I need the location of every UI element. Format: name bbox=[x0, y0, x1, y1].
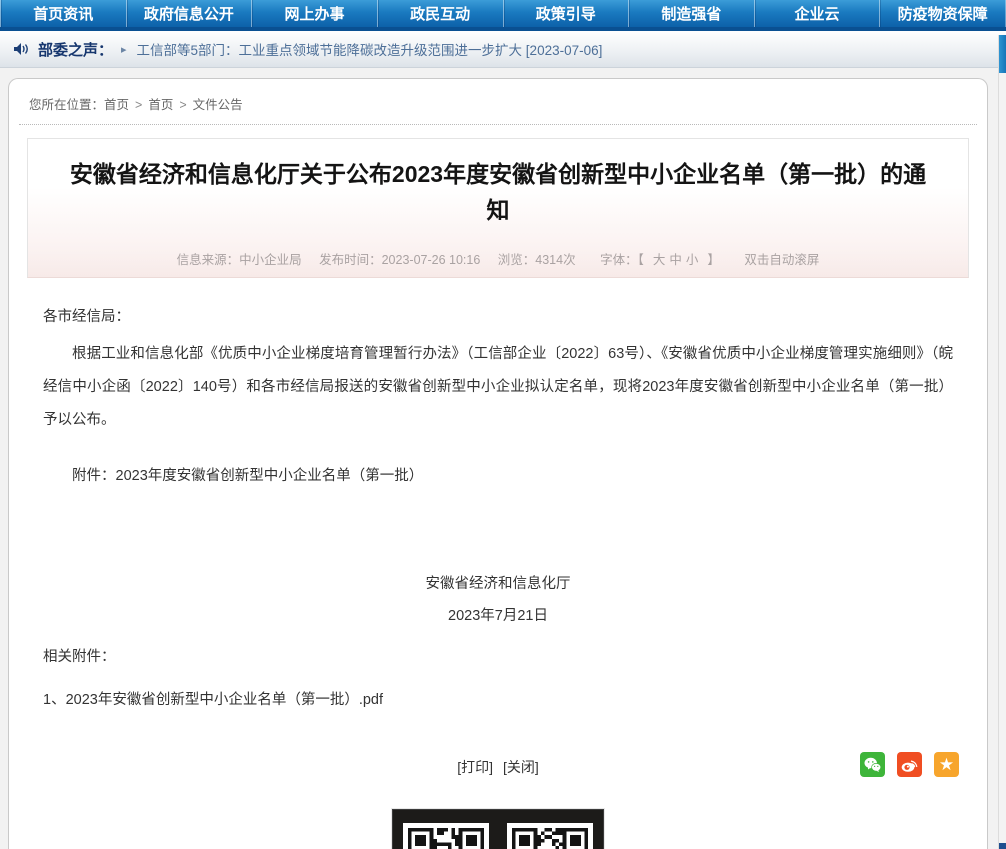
ticker-title: 部委之声： bbox=[38, 39, 113, 60]
font-size-small-button[interactable]: 小 bbox=[686, 253, 699, 267]
scrollbar-bottom-cap bbox=[999, 843, 1006, 849]
scrollbar-thumb[interactable] bbox=[999, 35, 1006, 73]
nav-item-gov-info[interactable]: 政府信息公开 bbox=[126, 0, 252, 27]
wechat-qr-column: 微信平台 bbox=[507, 823, 593, 849]
wechat-share-icon[interactable] bbox=[860, 752, 885, 777]
nav-item-epidemic-supply[interactable]: 防疫物资保障 bbox=[879, 0, 1006, 27]
meta-font-prefix: 字体：【 bbox=[600, 253, 644, 267]
salutation: 各市经信局： bbox=[43, 305, 953, 329]
content-panel: 您所在位置：首页>首页>文件公告 安徽省经济和信息化厅关于公布2023年度安徽省… bbox=[8, 78, 988, 849]
print-button[interactable]: [打印] bbox=[457, 759, 493, 775]
arrow-right-icon: ▸ bbox=[121, 43, 127, 56]
breadcrumb-separator: > bbox=[135, 98, 142, 112]
meta-views: 浏览：4314次 bbox=[498, 253, 576, 267]
article-paragraph: 根据工业和信息化部《优质中小企业梯度培育管理暂行办法》（工信部企业〔2022〕6… bbox=[43, 338, 953, 437]
related-attachments-label: 相关附件： bbox=[43, 645, 953, 669]
nav-item-online-service[interactable]: 网上办事 bbox=[251, 0, 377, 27]
nav-item-interaction[interactable]: 政民互动 bbox=[377, 0, 503, 27]
page-scrollbar[interactable] bbox=[998, 35, 1006, 849]
sign-date: 2023年7月21日 bbox=[43, 604, 953, 628]
speaker-icon bbox=[14, 42, 30, 56]
attachment-line: 附件：2023年度安徽省创新型中小企业名单（第一批） bbox=[43, 464, 953, 488]
ticker-news-link[interactable]: 工信部等5部门：工业重点领域节能降碳改造升级范围进一步扩大 [2023-07-0… bbox=[137, 39, 603, 59]
meta-autoscroll: 双击自动滚屏 bbox=[744, 253, 819, 267]
qzone-share-icon[interactable]: ★ bbox=[934, 752, 959, 777]
breadcrumb-separator: > bbox=[179, 98, 186, 112]
breadcrumb-link-notices[interactable]: 文件公告 bbox=[193, 98, 243, 112]
meta-source: 信息来源：中小企业局 bbox=[177, 253, 302, 267]
signer-name: 安徽省经济和信息化厅 bbox=[43, 572, 953, 596]
meta-pubtime: 发布时间：2023-07-26 10:16 bbox=[319, 253, 480, 267]
attachment-pdf-link[interactable]: 1、2023年安徽省创新型中小企业名单（第一批）.pdf bbox=[43, 692, 383, 708]
font-size-large-button[interactable]: 大 bbox=[653, 253, 666, 267]
article-meta: 信息来源：中小企业局 发布时间：2023-07-26 10:16 浏览：4314… bbox=[28, 244, 968, 277]
meta-font-suffix: 】 bbox=[707, 253, 720, 267]
breadcrumb-link-home2[interactable]: 首页 bbox=[148, 98, 173, 112]
weibo-qr-column: 微博扫描 bbox=[403, 823, 489, 849]
close-button[interactable]: [关闭] bbox=[503, 759, 539, 775]
article-header: 安徽省经济和信息化厅关于公布2023年度安徽省创新型中小企业名单（第一批）的通知… bbox=[27, 138, 969, 278]
weibo-share-icon[interactable] bbox=[897, 752, 922, 777]
weibo-qr-code bbox=[403, 823, 489, 849]
qr-code-panel: 微博扫描 微信平台 bbox=[392, 809, 604, 849]
actions-row: [打印] [关闭] bbox=[9, 752, 987, 782]
news-ticker-bar: 部委之声： ▸ 工信部等5部门：工业重点领域节能降碳改造升级范围进一步扩大 [2… bbox=[0, 31, 1006, 68]
breadcrumb: 您所在位置：首页>首页>文件公告 bbox=[9, 79, 987, 124]
article-body: 各市经信局： 根据工业和信息化部《优质中小企业梯度培育管理暂行办法》（工信部企业… bbox=[9, 278, 987, 712]
meta-font-label: 字体：【大中小】 bbox=[593, 253, 727, 267]
top-navigation: 首页资讯 政府信息公开 网上办事 政民互动 政策引导 制造强省 企业云 防疫物资… bbox=[0, 0, 1006, 31]
share-icons: ★ bbox=[860, 752, 959, 777]
page-title: 安徽省经济和信息化厅关于公布2023年度安徽省创新型中小企业名单（第一批）的通知 bbox=[66, 156, 930, 228]
nav-item-policy-guide[interactable]: 政策引导 bbox=[503, 0, 629, 27]
nav-item-home-news[interactable]: 首页资讯 bbox=[0, 0, 126, 27]
font-size-medium-button[interactable]: 中 bbox=[669, 253, 682, 267]
breadcrumb-link-home[interactable]: 首页 bbox=[104, 98, 129, 112]
wechat-qr-code bbox=[507, 823, 593, 849]
dotted-divider bbox=[19, 124, 977, 125]
nav-item-manufacturing[interactable]: 制造强省 bbox=[628, 0, 754, 27]
breadcrumb-prefix: 您所在位置： bbox=[29, 98, 104, 112]
nav-item-enterprise-cloud[interactable]: 企业云 bbox=[754, 0, 880, 27]
star-icon: ★ bbox=[939, 756, 954, 773]
